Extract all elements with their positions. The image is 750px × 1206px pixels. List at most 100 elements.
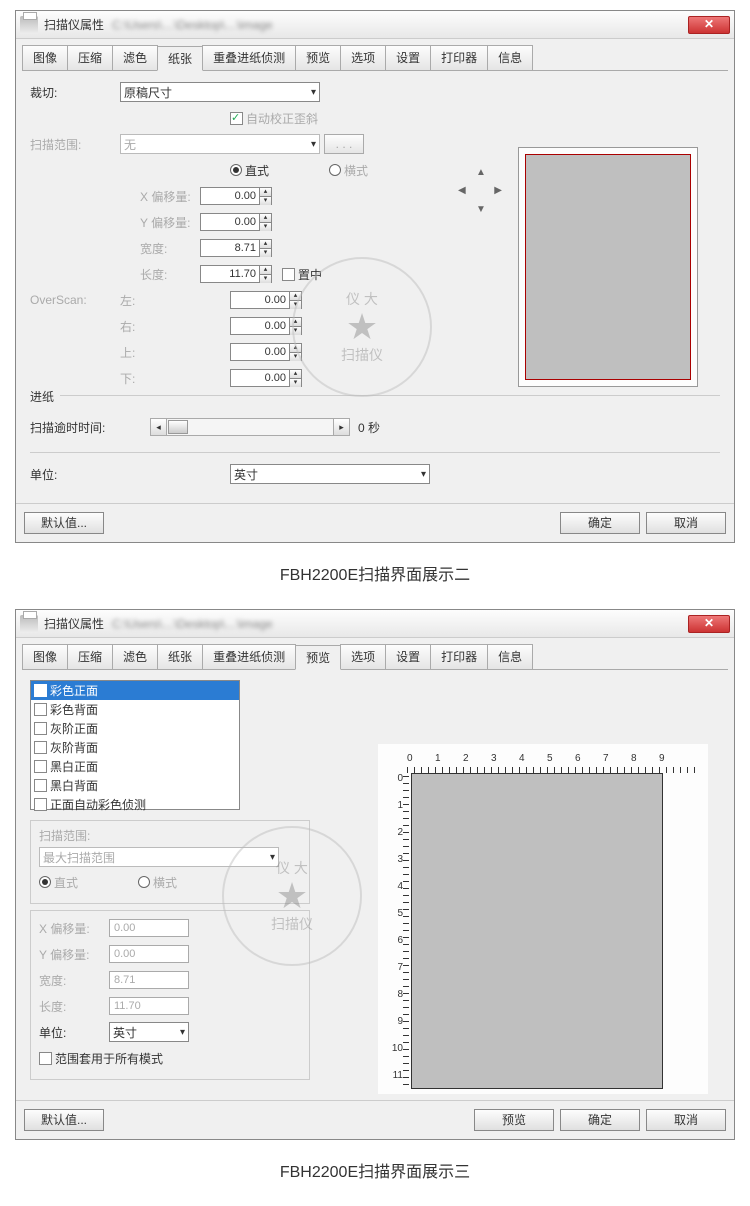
mode-listbox[interactable]: 彩色正面彩色背面灰阶正面灰阶背面黑白正面黑白背面正面自动彩色侦测 [30, 680, 240, 810]
tab-paper[interactable]: 纸张 [157, 46, 203, 71]
nudge-right-icon[interactable]: ▶ [494, 185, 502, 196]
y-offset-spinner[interactable]: ▴▾ [260, 213, 272, 231]
timeout-slider[interactable]: ◂ ▸ [150, 418, 350, 436]
landscape-radio[interactable] [138, 876, 150, 888]
y-offset-input[interactable]: 0.00 [200, 213, 260, 231]
tab-compress[interactable]: 压缩 [67, 644, 113, 669]
nudge-down-icon[interactable]: ▼ [476, 204, 486, 215]
auto-deskew-checkbox[interactable] [230, 112, 243, 125]
tab-preview[interactable]: 预览 [295, 45, 341, 70]
tab-multifeed[interactable]: 重叠进纸侦测 [202, 644, 296, 669]
landscape-radio[interactable] [329, 164, 341, 176]
x-offset-input[interactable]: 0.00 [200, 187, 260, 205]
caption-2: FBH2200E扫描界面展示三 [0, 1158, 750, 1182]
width-input[interactable]: 8.71 [200, 239, 260, 257]
caption-1: FBH2200E扫描界面展示二 [0, 561, 750, 585]
overscan-bottom-input[interactable]: 0.00 [230, 369, 290, 387]
slider-thumb[interactable] [168, 420, 188, 434]
printer-icon [20, 615, 38, 633]
tab-dropout[interactable]: 滤色 [112, 45, 158, 70]
portrait-radio[interactable] [39, 876, 51, 888]
default-button[interactable]: 默认值... [24, 1109, 104, 1131]
nudge-left-icon[interactable]: ◀ [458, 185, 466, 196]
list-item-checkbox[interactable] [34, 684, 47, 697]
nudge-up-icon[interactable]: ▲ [476, 167, 486, 178]
list-item[interactable]: 黑白背面 [31, 776, 239, 795]
tab-image[interactable]: 图像 [22, 45, 68, 70]
list-item-checkbox[interactable] [34, 760, 47, 773]
list-item-label: 黑白背面 [50, 777, 98, 794]
slider-right-icon[interactable]: ▸ [333, 419, 349, 435]
ok-button[interactable]: 确定 [560, 1109, 640, 1131]
overscan-bottom-spinner[interactable]: ▴▾ [290, 369, 302, 387]
list-item-checkbox[interactable] [34, 703, 47, 716]
tab-settings[interactable]: 设置 [385, 45, 431, 70]
tab-options[interactable]: 选项 [340, 45, 386, 70]
length-spinner[interactable]: ▴▾ [260, 265, 272, 283]
width-input[interactable]: 8.71 [109, 971, 189, 989]
list-item-checkbox[interactable] [34, 779, 47, 792]
unit-label: 单位: [39, 1024, 109, 1041]
tab-image[interactable]: 图像 [22, 644, 68, 669]
overscan-top-input[interactable]: 0.00 [230, 343, 290, 361]
length-input[interactable]: 11.70 [109, 997, 189, 1015]
center-checkbox[interactable] [282, 268, 295, 281]
scan-area-browse-button[interactable]: . . . [324, 134, 364, 154]
list-item-checkbox[interactable] [34, 722, 47, 735]
path-blurred: C:\Users\…\Desktop\…\image [112, 18, 273, 32]
list-item[interactable]: 黑白正面 [31, 757, 239, 776]
tab-multifeed[interactable]: 重叠进纸侦测 [202, 45, 296, 70]
overscan-right-input[interactable]: 0.00 [230, 317, 290, 335]
unit-select[interactable]: 英寸 [230, 464, 430, 484]
close-button[interactable]: ✕ [688, 615, 730, 633]
tab-bar: 图像 压缩 滤色 纸张 重叠进纸侦测 预览 选项 设置 打印器 信息 [22, 644, 728, 670]
list-item-label: 灰阶正面 [50, 720, 98, 737]
x-offset-label: X 偏移量: [39, 920, 109, 937]
tab-preview[interactable]: 预览 [295, 645, 341, 670]
paper-panel: 裁切: 原稿尺寸 自动校正歪斜 扫描范围: 无 . . . 直式 横式 [22, 77, 728, 497]
list-item[interactable]: 灰阶背面 [31, 738, 239, 757]
tab-info[interactable]: 信息 [487, 45, 533, 70]
unit-label: 单位: [30, 466, 120, 483]
cancel-button[interactable]: 取消 [646, 512, 726, 534]
crop-select[interactable]: 原稿尺寸 [120, 82, 320, 102]
crop-label: 裁切: [30, 84, 120, 101]
overscan-top-spinner[interactable]: ▴▾ [290, 343, 302, 361]
scan-area-label: 扫描范围: [30, 136, 120, 153]
x-offset-spinner[interactable]: ▴▾ [260, 187, 272, 205]
paper-preview [518, 147, 698, 387]
overscan-left-input[interactable]: 0.00 [230, 291, 290, 309]
preview-button[interactable]: 预览 [474, 1109, 554, 1131]
apply-all-checkbox[interactable] [39, 1052, 52, 1065]
portrait-radio[interactable] [230, 164, 242, 176]
tab-options[interactable]: 选项 [340, 644, 386, 669]
list-item[interactable]: 彩色背面 [31, 700, 239, 719]
tab-info[interactable]: 信息 [487, 644, 533, 669]
cancel-button[interactable]: 取消 [646, 1109, 726, 1131]
length-input[interactable]: 11.70 [200, 265, 260, 283]
x-offset-input[interactable]: 0.00 [109, 919, 189, 937]
list-item-checkbox[interactable] [34, 798, 47, 811]
unit-select[interactable]: 英寸 [109, 1022, 189, 1042]
slider-left-icon[interactable]: ◂ [151, 419, 167, 435]
tab-dropout[interactable]: 滤色 [112, 644, 158, 669]
tab-paper[interactable]: 纸张 [157, 644, 203, 669]
tab-printer[interactable]: 打印器 [430, 644, 488, 669]
close-button[interactable]: ✕ [688, 16, 730, 34]
page-preview[interactable] [411, 773, 663, 1089]
width-spinner[interactable]: ▴▾ [260, 239, 272, 257]
button-bar: 默认值... 预览 确定 取消 [16, 1100, 734, 1139]
scan-area-select[interactable]: 无 [120, 134, 320, 154]
list-item-checkbox[interactable] [34, 741, 47, 754]
tab-printer[interactable]: 打印器 [430, 45, 488, 70]
default-button[interactable]: 默认值... [24, 512, 104, 534]
scan-area-select[interactable]: 最大扫描范围 [39, 847, 279, 867]
y-offset-input[interactable]: 0.00 [109, 945, 189, 963]
overscan-right-spinner[interactable]: ▴▾ [290, 317, 302, 335]
list-item[interactable]: 灰阶正面 [31, 719, 239, 738]
overscan-left-spinner[interactable]: ▴▾ [290, 291, 302, 309]
ok-button[interactable]: 确定 [560, 512, 640, 534]
tab-settings[interactable]: 设置 [385, 644, 431, 669]
list-item[interactable]: 彩色正面 [31, 681, 239, 700]
tab-compress[interactable]: 压缩 [67, 45, 113, 70]
